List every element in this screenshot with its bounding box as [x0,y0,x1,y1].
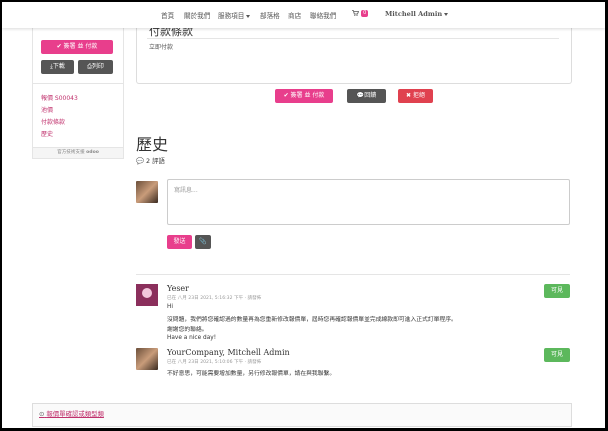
sign-pay-button-main[interactable]: ✔ 簽署 並 付款 [275,89,333,103]
quote-sidebar: ✔ 簽署 並 付款 ⤓下載 ⎙列印 報價 S00043 池價 付款條款 歷史 官… [32,28,124,159]
send-button[interactable]: 發送 [167,235,192,249]
print-button[interactable]: ⎙列印 [78,60,113,74]
reject-label: 拒絕 [412,92,425,99]
sidebar-link-payment-terms[interactable]: 付款條款 [41,117,65,126]
powered-by-footer: 官方技術支援 odoo [33,147,123,158]
message-line: Have a nice day! [167,335,217,341]
comment-count: 💬 2 評語 [136,156,165,165]
sidebar-link-quote[interactable]: 報價 S00043 [41,93,78,102]
message-line: 沒問題，我們將您確認過的數量再為您重新修改報價單，屆時您再確認報價單並完成線款即… [167,317,457,323]
message-textarea[interactable]: 寫訊息... [167,179,570,225]
info-icon: ⊙ [39,410,45,418]
browser-viewport: 首頁 關於我們 服務項目 部落格 商店 聯絡我們 0 Mitchell Admi… [2,2,605,428]
top-navbar: 首頁 關於我們 服務項目 部落格 商店 聯絡我們 0 Mitchell Admi… [2,2,605,28]
sidebar-divider [33,83,123,84]
message-line: 不好意思，可能需要增加數量，另行修改報價單，請在與我聯繫。 [167,371,336,377]
user-name: Mitchell Admin [385,10,443,18]
comments-icon: 💬 [136,157,144,165]
powered-by-text: 官方技術支援 [57,150,85,155]
message-line: Hi [167,304,173,310]
shopping-cart-icon [352,10,360,16]
nav-services-label: 服務項目 [218,12,245,20]
feedback-label: 回饋 [364,92,377,99]
message-line: 謝謝您的聯絡。 [167,327,208,333]
paperclip-icon: 📎 [199,238,207,245]
message-placeholder: 寫訊息... [174,187,198,194]
bottom-link-text: 報價單確認或類型類 [46,410,104,418]
nav-about[interactable]: 關於我們 [184,10,210,20]
payment-terms-text: 立即付款 [149,44,174,51]
chevron-down-icon [444,12,449,16]
nav-home[interactable]: 首頁 [161,10,174,20]
user-menu[interactable]: Mitchell Admin [385,10,449,18]
nav-services[interactable]: 服務項目 [218,10,251,20]
sidebar-link-history[interactable]: 歷史 [41,129,53,138]
sign-pay-button[interactable]: ✔ 簽署 並 付款 [41,40,113,54]
message-meta: 已在 八月 23日 2021, 5:10:06 下午 · 請發佈 [167,360,262,365]
payment-terms-panel: 付款條款 立即付款 [136,25,572,84]
history-divider [136,274,570,275]
nav-shop[interactable]: 商店 [288,10,301,20]
visibility-badge[interactable]: 可見 [544,284,570,298]
feedback-button[interactable]: 💬回饋 [347,89,386,103]
cart-count-badge: 0 [361,10,369,17]
nav-blog[interactable]: 部落格 [260,10,280,20]
cart-button[interactable]: 0 [352,10,369,18]
mitchell-admin-avatar [136,348,158,370]
download-label: 下載 [52,63,65,70]
related-links-box: ⊙ 報價單確認或類型類 [32,403,572,427]
comment-count-label: 2 評語 [146,157,165,165]
print-label: 列印 [91,63,104,70]
reject-button[interactable]: ✖ 拒絕 [398,89,433,103]
nav-contact[interactable]: 聯絡我們 [310,10,336,20]
panel-divider [147,38,559,39]
visibility-badge[interactable]: 可見 [544,348,570,362]
message-author: Yeser [167,284,189,293]
message-author: YourCompany, Mitchell Admin [167,348,290,357]
attach-button[interactable]: 📎 [195,235,211,249]
sidebar-link-price[interactable]: 池價 [41,105,53,114]
current-user-avatar [136,181,158,203]
history-heading: 歷史 [136,135,169,154]
sign-pay-label: 簽署 並 付款 [63,43,98,50]
yeser-avatar [136,284,158,306]
odoo-logo[interactable]: odoo [86,150,99,155]
message-meta: 已在 八月 23日 2021, 5:16:32 下午 · 請發佈 [167,296,262,301]
bottom-link[interactable]: ⊙ 報價單確認或類型類 [39,409,104,418]
sign-pay-main-label: 簽署 並 付款 [290,92,325,99]
download-button[interactable]: ⤓下載 [41,60,74,74]
chevron-down-icon [246,14,251,18]
